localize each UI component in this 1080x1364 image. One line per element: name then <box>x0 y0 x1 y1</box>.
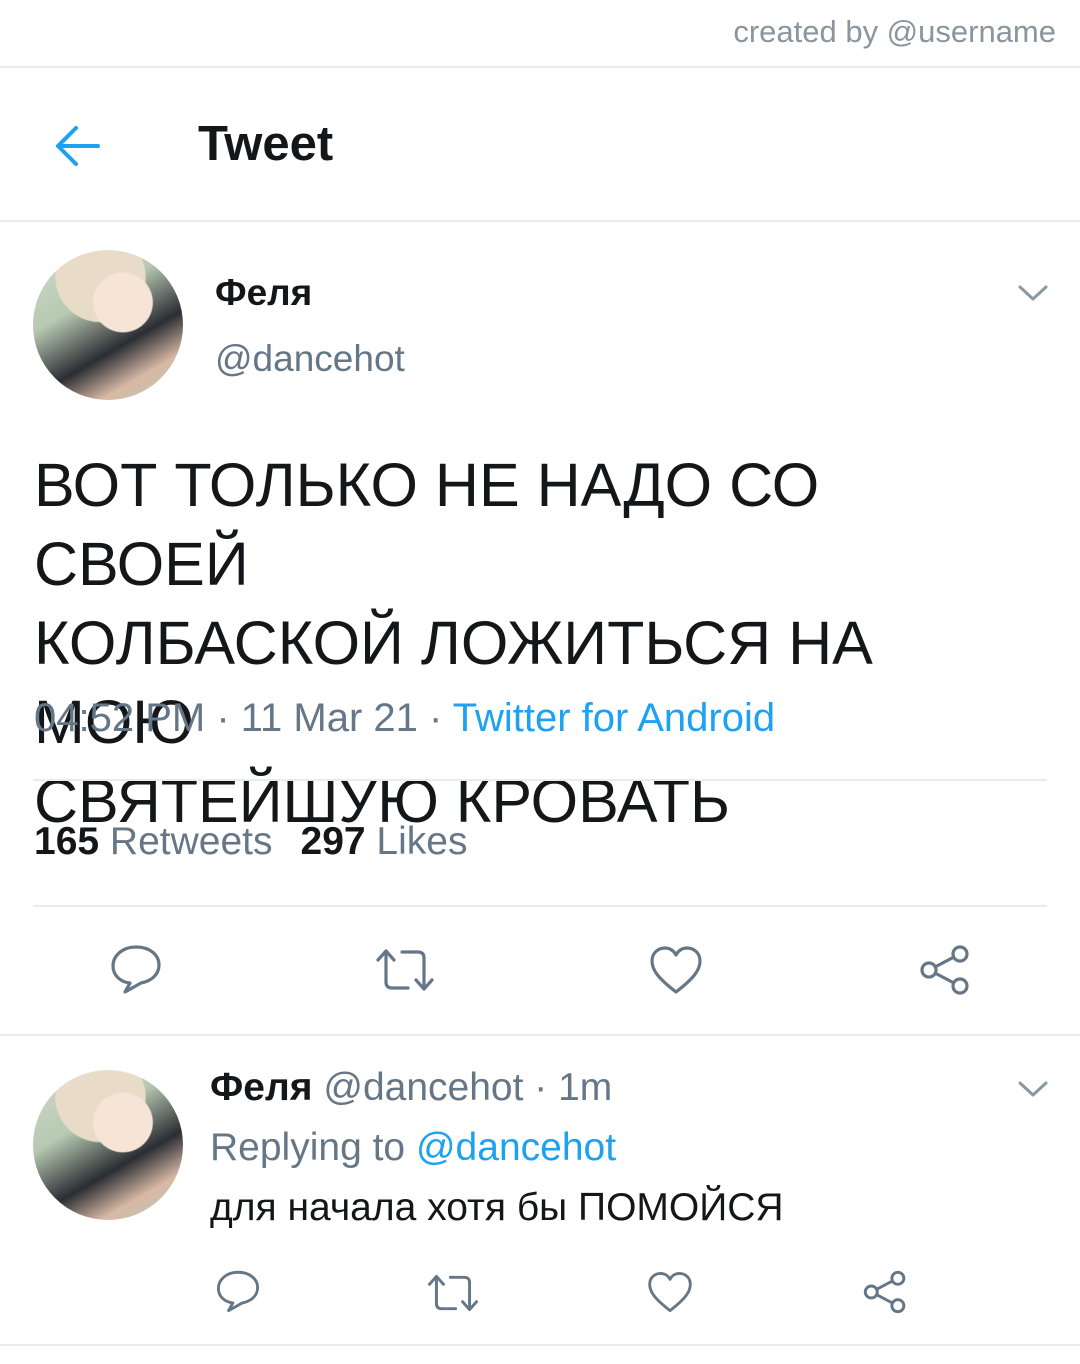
share-icon <box>863 1270 906 1314</box>
likes-label: Likes <box>376 820 468 863</box>
divider <box>0 1034 1080 1036</box>
meta-separator: · <box>417 696 453 740</box>
author-handle[interactable]: @dancehot <box>215 338 405 380</box>
reply-menu-button[interactable] <box>1016 1078 1050 1100</box>
reply-reply-button[interactable] <box>214 1268 262 1314</box>
heart-icon <box>648 1271 692 1313</box>
comment-icon <box>111 945 161 994</box>
chevron-down-icon <box>1018 1081 1048 1097</box>
arrow-left-icon <box>56 126 100 166</box>
divider <box>33 779 1047 781</box>
likes-count: 297 <box>300 820 366 863</box>
reply-retweet-button[interactable] <box>426 1272 480 1314</box>
retweet-icon <box>428 1274 478 1312</box>
tweet-meta: 04:52 PM · 11 Mar 21 · Twitter for Andro… <box>34 696 775 741</box>
reply-avatar[interactable] <box>33 1070 183 1220</box>
share-button[interactable] <box>916 942 974 998</box>
likes-stat[interactable]: 297 Likes <box>301 820 468 863</box>
replying-to: Replying to @dancehot <box>210 1126 616 1170</box>
tweet-source-link[interactable]: Twitter for Android <box>453 696 775 740</box>
divider <box>33 905 1047 907</box>
meta-separator: · <box>523 1066 559 1109</box>
tweet-time: 04:52 PM <box>34 696 206 740</box>
divider <box>0 1344 1080 1346</box>
reply-like-button[interactable] <box>646 1270 694 1314</box>
retweet-button[interactable] <box>374 946 436 994</box>
reply-button[interactable] <box>108 942 164 996</box>
retweets-count: 165 <box>34 820 100 863</box>
reply-author-name[interactable]: Феля <box>210 1066 313 1109</box>
divider <box>0 66 1080 68</box>
divider <box>0 220 1080 222</box>
tweet-stats: 165 Retweets 297 Likes <box>34 820 467 864</box>
share-icon <box>920 945 969 995</box>
tweet-menu-button[interactable] <box>1016 282 1050 304</box>
tweet-text: ВОТ ТОЛЬКО НЕ НАДО СО СВОЕЙ КОЛБАСКОЙ ЛО… <box>34 451 873 835</box>
like-button[interactable] <box>648 944 704 996</box>
retweets-stat[interactable]: 165 Retweets <box>34 820 273 863</box>
reply-author-handle[interactable]: @dancehot <box>323 1066 523 1109</box>
author-name[interactable]: Феля <box>215 272 312 314</box>
retweets-label: Retweets <box>109 820 273 863</box>
replying-to-handle-link[interactable]: @dancehot <box>416 1126 616 1169</box>
reply-text: для начала хотя бы ПОМОЙСЯ <box>210 1186 784 1229</box>
retweet-icon <box>376 949 434 991</box>
reply-share-button[interactable] <box>860 1268 910 1316</box>
reply-header: Феля @dancehot · 1m <box>210 1066 612 1110</box>
creator-credit: created by @username <box>733 14 1056 49</box>
reply-time: 1m <box>558 1066 613 1109</box>
back-button[interactable] <box>50 122 106 170</box>
meta-separator: · <box>205 696 241 740</box>
tweet-date: 11 Mar 21 <box>240 696 418 740</box>
heart-icon <box>650 946 702 994</box>
replying-to-label: Replying to <box>210 1126 406 1169</box>
chevron-down-icon <box>1018 285 1048 301</box>
page-title: Tweet <box>198 117 334 171</box>
avatar[interactable] <box>33 250 183 400</box>
comment-icon <box>216 1270 260 1313</box>
